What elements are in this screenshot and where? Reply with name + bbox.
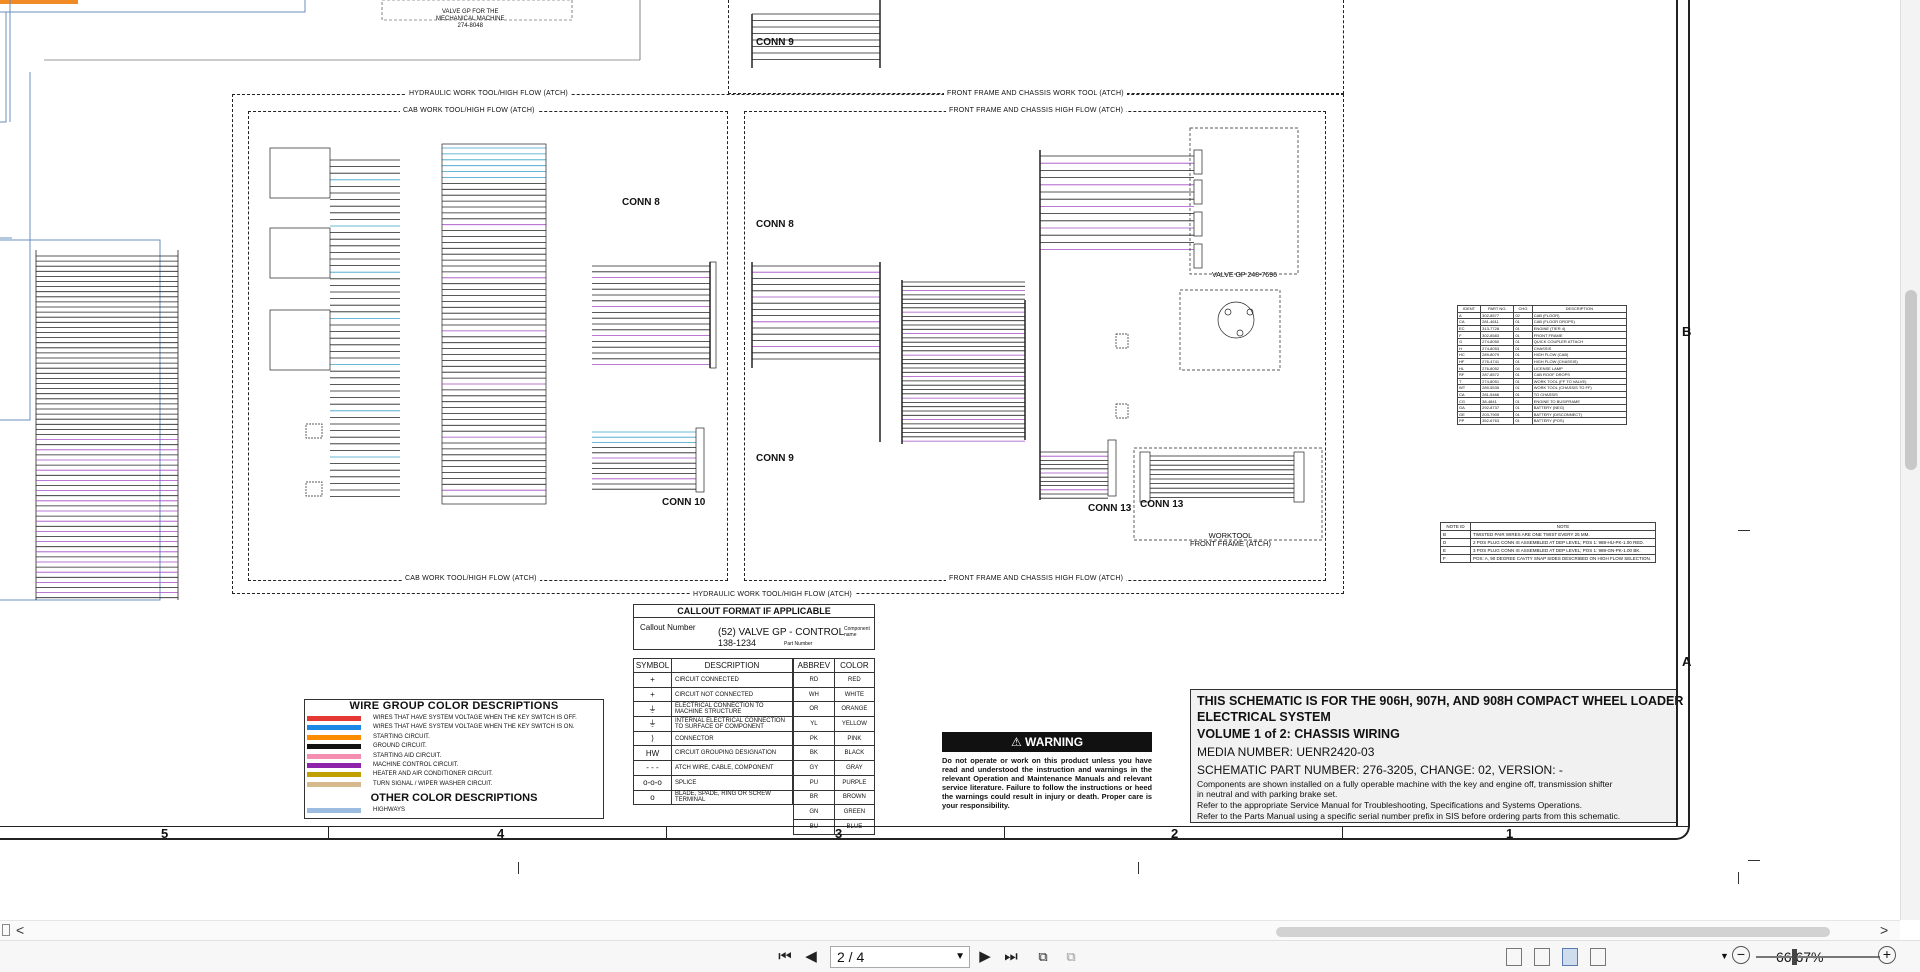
continuous-view-icon[interactable] bbox=[1534, 948, 1550, 966]
previous-page-icon[interactable]: ◀ bbox=[800, 946, 822, 968]
last-page-icon[interactable]: ⏭ bbox=[1000, 946, 1022, 968]
grid-row-b: B bbox=[1682, 324, 1692, 339]
next-page-icon[interactable]: ▶ bbox=[974, 946, 996, 968]
grid-tick bbox=[1342, 826, 1343, 840]
zoom-slider-track[interactable] bbox=[1756, 956, 1880, 958]
grid-col-4: 4 bbox=[497, 826, 505, 841]
grid-tick bbox=[1004, 826, 1005, 840]
go-forward-icon[interactable]: ⧉ bbox=[1060, 946, 1082, 968]
horizontal-scrollbar[interactable]: < > bbox=[0, 920, 1900, 940]
grid-col-3: 3 bbox=[835, 826, 843, 841]
crop-mark bbox=[1138, 862, 1139, 874]
chevron-down-icon[interactable]: ▼ bbox=[955, 947, 965, 967]
zoom-out-button[interactable]: − bbox=[1732, 946, 1750, 964]
book-view-icon[interactable] bbox=[1590, 948, 1606, 966]
horizontal-scrollbar-thumb[interactable] bbox=[1276, 927, 1830, 937]
go-back-icon[interactable]: ⧉ bbox=[1032, 946, 1054, 968]
crop-mark bbox=[1738, 872, 1739, 884]
scroll-left-icon[interactable]: < bbox=[16, 922, 24, 938]
scroll-corner bbox=[2, 924, 10, 936]
grid-col-1: 1 bbox=[1506, 826, 1514, 841]
zoom-slider-thumb[interactable] bbox=[1792, 949, 1797, 965]
first-page-icon[interactable]: ⏮ bbox=[774, 946, 796, 968]
vertical-scrollbar-thumb[interactable] bbox=[1905, 290, 1917, 470]
grid-bottom-rule bbox=[0, 826, 1690, 827]
sheet-right-band bbox=[1676, 0, 1678, 826]
crop-mark bbox=[1738, 530, 1750, 531]
grid-tick bbox=[666, 826, 667, 840]
zoom-in-button[interactable]: + bbox=[1878, 946, 1896, 964]
crop-mark bbox=[1748, 860, 1760, 861]
single-page-view-icon[interactable] bbox=[1506, 948, 1522, 966]
page-number-input[interactable]: 2 / 4 ▼ bbox=[830, 946, 970, 968]
two-page-view-icon[interactable] bbox=[1562, 948, 1578, 966]
zoom-chevron-down-icon[interactable]: ▼ bbox=[1720, 951, 1729, 961]
vertical-scrollbar[interactable] bbox=[1900, 0, 1920, 920]
document-canvas[interactable]: HYDRAULIC WORK TOOL/HIGH FLOW (ATCH) FRO… bbox=[0, 0, 1900, 920]
grid-col-5: 5 bbox=[161, 826, 169, 841]
grid-row-a: A bbox=[1682, 654, 1692, 669]
viewer-toolbar: ⏮ ◀ 2 / 4 ▼ ▶ ⏭ ⧉ ⧉ 66.67% ▼ − + bbox=[0, 940, 1920, 972]
pdf-viewer: HYDRAULIC WORK TOOL/HIGH FLOW (ATCH) FRO… bbox=[0, 0, 1920, 972]
sheet-border bbox=[0, 0, 1690, 840]
grid-col-2: 2 bbox=[1171, 826, 1179, 841]
scroll-right-icon[interactable]: > bbox=[1880, 922, 1888, 938]
page-number-value: 2 / 4 bbox=[837, 949, 865, 965]
grid-tick bbox=[328, 826, 329, 840]
crop-mark bbox=[518, 862, 519, 874]
